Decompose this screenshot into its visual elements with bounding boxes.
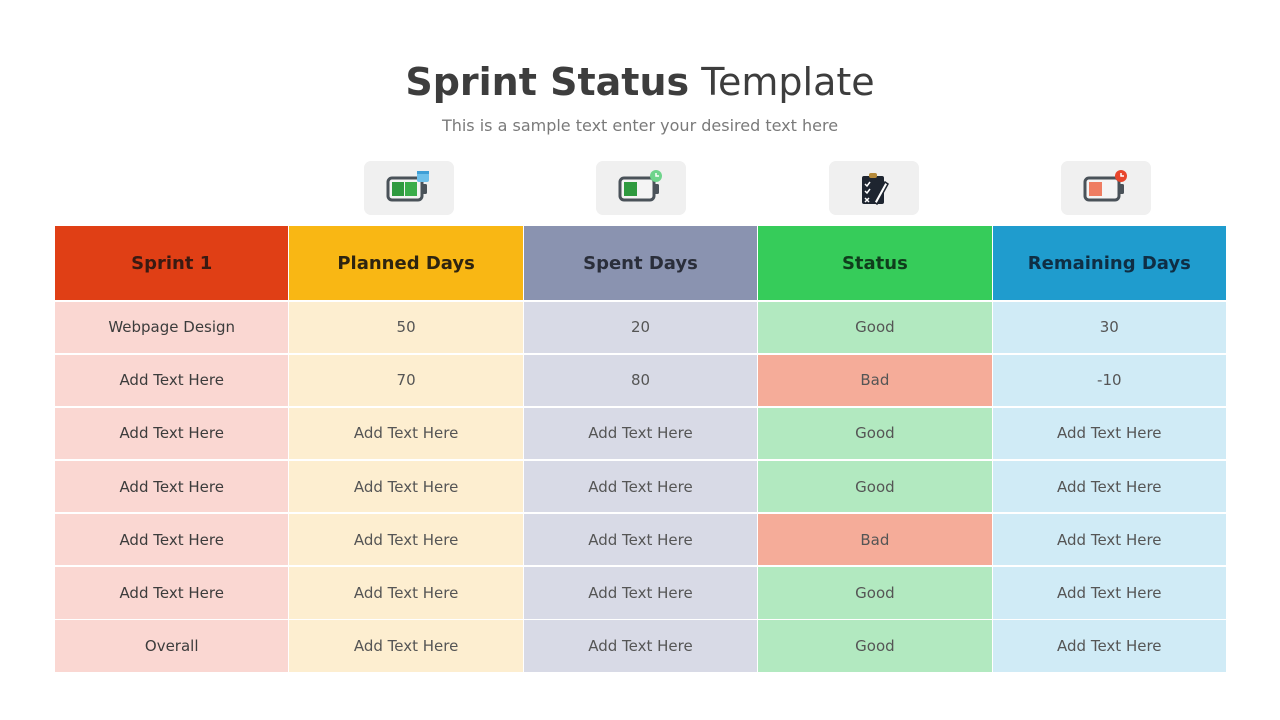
battery-half-clock-icon [596, 161, 686, 215]
sprint-status-table: Sprint 1 Planned Days Spent Days Status Rema… [55, 226, 1226, 672]
planned-days-cell: Add Text Here [289, 513, 523, 566]
planned-days-cell: Add Text Here [289, 460, 523, 513]
planned-days-cell: 50 [289, 301, 523, 354]
sprint-cell: Add Text Here [55, 513, 289, 566]
spent-days-cell: Add Text Here [523, 513, 758, 566]
header-remaining-days: Remaining Days [992, 226, 1226, 300]
remaining-days-cell: -10 [992, 354, 1226, 407]
remaining-days-cell: 30 [992, 301, 1226, 354]
header-sprint: Sprint 1 [55, 226, 289, 300]
clipboard-checklist-pen-icon [829, 161, 919, 215]
header-status: Status [758, 226, 992, 300]
sprint-cell: Webpage Design [55, 301, 289, 354]
header-spent-days: Spent Days [523, 226, 758, 300]
sprint-cell: Add Text Here [55, 566, 289, 619]
status-cell: Good [758, 301, 992, 354]
page-title: Sprint Status Template [0, 60, 1280, 104]
status-cell: Good [758, 460, 992, 513]
remaining-days-cell: Add Text Here [992, 620, 1226, 672]
spent-days-cell: Add Text Here [523, 620, 758, 672]
sprint-cell: Add Text Here [55, 354, 289, 407]
status-cell: Bad [758, 513, 992, 566]
status-cell: Good [758, 566, 992, 619]
header-planned-days: Planned Days [289, 226, 523, 300]
remaining-days-cell: Add Text Here [992, 460, 1226, 513]
battery-low-alarm-icon [1061, 161, 1151, 215]
title-light: Template [701, 60, 875, 104]
planned-days-cell: Add Text Here [289, 620, 523, 672]
planned-days-cell: Add Text Here [289, 407, 523, 460]
sprint-cell: Add Text Here [55, 407, 289, 460]
remaining-days-cell: Add Text Here [992, 407, 1226, 460]
planned-days-cell: Add Text Here [289, 566, 523, 619]
page-subtitle: This is a sample text enter your desired… [441, 116, 839, 135]
remaining-days-cell: Add Text Here [992, 513, 1226, 566]
sprint-cell: Add Text Here [55, 460, 289, 513]
planned-days-cell: 70 [289, 354, 523, 407]
spent-days-cell: 20 [523, 301, 758, 354]
spent-days-cell: 80 [523, 354, 758, 407]
sprint-cell: Overall [55, 620, 289, 672]
spent-days-cell: Add Text Here [523, 460, 758, 513]
spent-days-cell: Add Text Here [523, 566, 758, 619]
status-cell: Bad [758, 354, 992, 407]
remaining-days-cell: Add Text Here [992, 566, 1226, 619]
title-bold: Sprint Status [405, 60, 690, 104]
battery-full-calendar-icon [364, 161, 454, 215]
spent-days-cell: Add Text Here [523, 407, 758, 460]
status-cell: Good [758, 620, 992, 672]
status-cell: Good [758, 407, 992, 460]
